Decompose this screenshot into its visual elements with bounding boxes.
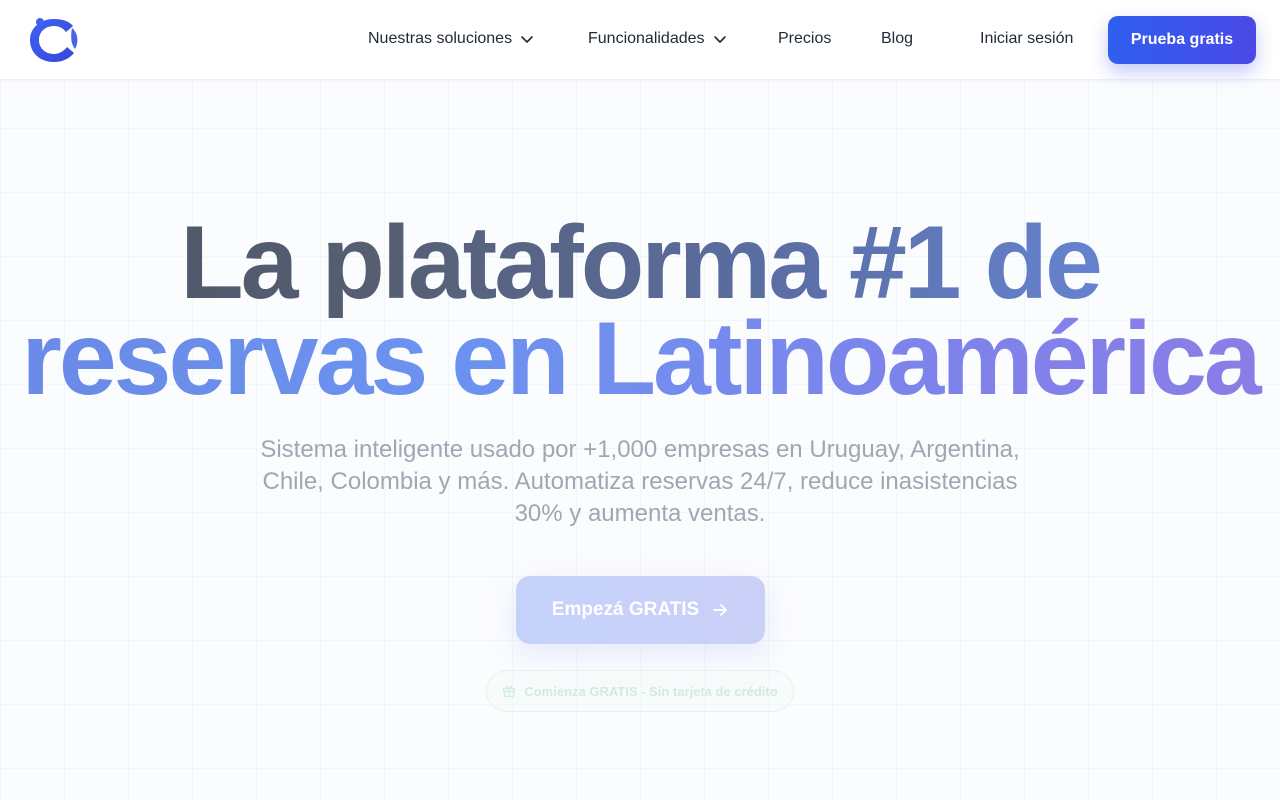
free-trial-button[interactable]: Prueba gratis	[1108, 16, 1256, 64]
hero-title-line2: reservas en Latinoamérica	[0, 304, 1280, 414]
nav-item-precios[interactable]: Precios	[778, 30, 831, 48]
site-header: Nuestras soluciones Funcionalidades Prec…	[0, 0, 1280, 80]
chevron-down-icon	[713, 36, 726, 43]
login-link[interactable]: Iniciar sesión	[980, 30, 1073, 48]
gift-icon	[503, 686, 516, 698]
nav-item-label: Precios	[778, 30, 832, 47]
nav-item-nuestras-soluciones[interactable]: Nuestras soluciones	[368, 30, 534, 48]
nav-item-label: Funcionalidades	[588, 30, 705, 47]
brand-logo-icon[interactable]	[28, 16, 80, 64]
login-label: Iniciar sesión	[980, 30, 1074, 47]
start-free-button[interactable]: Empezá GRATIS	[516, 576, 765, 644]
start-free-label: Empezá GRATIS	[551, 599, 700, 620]
free-badge: Comienza GRATIS - Sin tarjeta de crédito	[486, 670, 794, 712]
nav-item-blog[interactable]: Blog	[881, 30, 913, 48]
chevron-down-icon	[521, 36, 533, 43]
nav-item-label: Blog	[881, 30, 914, 47]
hero-subtitle: Sistema inteligente usado por +1,000 emp…	[260, 436, 1020, 527]
arrow-right-icon	[713, 604, 728, 616]
page: Nuestras soluciones Funcionalidades Prec…	[0, 0, 1280, 800]
nav-item-label: Nuestras soluciones	[368, 30, 513, 47]
nav-item-funcionalidades[interactable]: Funcionalidades	[588, 30, 727, 48]
free-badge-text: Comienza GRATIS - Sin tarjeta de crédito	[524, 683, 778, 699]
